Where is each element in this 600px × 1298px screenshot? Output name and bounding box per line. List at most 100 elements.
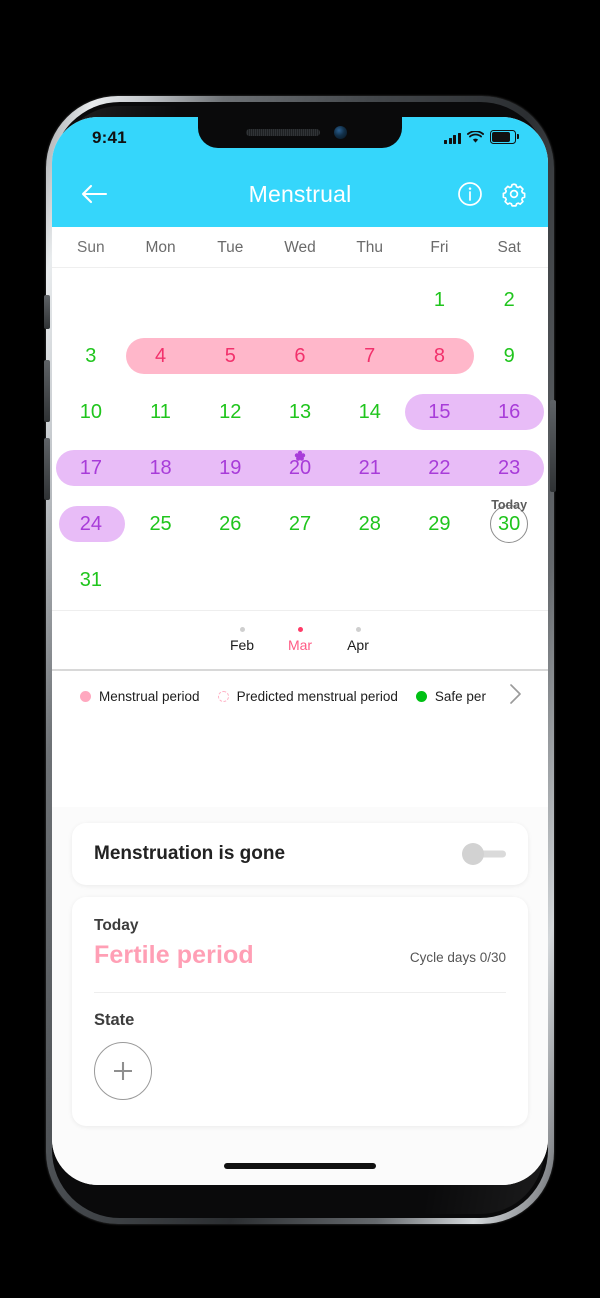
calendar-day-14[interactable]: 14 bbox=[335, 384, 405, 440]
calendar-day-3[interactable]: 3 bbox=[56, 328, 126, 384]
month-tab-mar[interactable]: Mar bbox=[271, 627, 329, 653]
phase-row: Fertile period Cycle days 0/30 bbox=[94, 941, 506, 970]
month-dot-icon bbox=[355, 627, 361, 632]
calendar-day-6[interactable]: 6 bbox=[265, 328, 335, 384]
volume-down-button[interactable] bbox=[44, 438, 50, 500]
add-state-button[interactable] bbox=[94, 1042, 152, 1100]
calendar-day-22[interactable]: 22 bbox=[405, 440, 475, 496]
volume-up-button[interactable] bbox=[44, 360, 50, 422]
cycle-days: Cycle days 0/30 bbox=[410, 950, 506, 970]
dashed-circle-icon bbox=[217, 691, 229, 702]
weekday-mon: Mon bbox=[145, 239, 176, 256]
month-label: Apr bbox=[347, 637, 369, 653]
month-label: Feb bbox=[229, 637, 255, 653]
calendar-week-row: 10 11 12 13 14 15 16 bbox=[56, 384, 544, 440]
day-number: 28 bbox=[358, 513, 381, 535]
calendar-day-8[interactable]: 8 bbox=[405, 328, 475, 384]
calendar-day-16[interactable]: 16 bbox=[474, 384, 544, 440]
calendar-day-19[interactable]: 19 bbox=[195, 440, 265, 496]
wifi-icon bbox=[467, 131, 484, 143]
month-tab-apr[interactable]: Apr bbox=[329, 627, 387, 653]
menstruation-gone-card: Menstruation is gone bbox=[72, 823, 528, 885]
home-indicator[interactable] bbox=[224, 1163, 376, 1169]
day-number: 16 bbox=[498, 401, 521, 423]
calendar-week-row: 1 2 bbox=[56, 272, 544, 328]
legend-item-menstrual: Menstrual period bbox=[80, 689, 200, 704]
calendar-day-2[interactable]: 2 bbox=[474, 272, 544, 328]
calendar-day-25[interactable]: 25 bbox=[126, 496, 196, 552]
toggle-knob bbox=[462, 843, 484, 865]
state-heading: State bbox=[94, 1011, 135, 1029]
calendar-day-29[interactable]: 29 bbox=[405, 496, 475, 552]
weekday-sun: Sun bbox=[77, 239, 105, 256]
calendar-legend[interactable]: Menstrual period Predicted menstrual per… bbox=[52, 670, 548, 723]
day-number: 13 bbox=[288, 401, 312, 423]
calendar-week-row: 3 4 5 6 7 8 9 bbox=[56, 328, 544, 384]
settings-button[interactable] bbox=[498, 178, 530, 210]
cellular-bars-icon bbox=[444, 132, 461, 144]
earpiece-speaker bbox=[246, 129, 320, 136]
power-button[interactable] bbox=[550, 400, 556, 492]
calendar-day-empty bbox=[335, 552, 405, 608]
calendar-day-12[interactable]: 12 bbox=[195, 384, 265, 440]
app-header: Menstrual bbox=[52, 161, 548, 227]
weekday-fri: Fri bbox=[430, 239, 449, 256]
calendar-day-9[interactable]: 9 bbox=[474, 328, 544, 384]
calendar-day-17[interactable]: 17 bbox=[56, 440, 126, 496]
menstruation-gone-toggle[interactable] bbox=[462, 843, 506, 865]
month-tab-feb[interactable]: Feb bbox=[213, 627, 271, 653]
day-number: 18 bbox=[149, 457, 172, 479]
calendar-day-empty bbox=[56, 272, 126, 328]
calendar-day-15[interactable]: 15 bbox=[405, 384, 475, 440]
main-content: Menstruation is gone Today Fertile perio… bbox=[52, 807, 548, 1185]
calendar-day-31[interactable]: 31 bbox=[56, 552, 126, 608]
calendar-grid: 1 2 3 4 5 6 7 8 9 10 11 12 13 14 15 16 1… bbox=[52, 268, 548, 610]
calendar-day-23[interactable]: 23 bbox=[474, 440, 544, 496]
calendar-week-row: 17 18 19 20 21 22 23 bbox=[56, 440, 544, 496]
device-notch bbox=[198, 117, 402, 148]
day-number: 6 bbox=[294, 345, 306, 367]
day-number: 9 bbox=[503, 345, 515, 367]
day-number: 14 bbox=[358, 401, 381, 423]
day-number: 21 bbox=[358, 457, 381, 479]
month-dot-icon bbox=[297, 627, 303, 632]
legend-item-safe: Safe per bbox=[415, 689, 486, 704]
day-number: 8 bbox=[433, 345, 445, 367]
calendar-day-20[interactable]: 20 bbox=[265, 440, 335, 496]
calendar-day-10[interactable]: 10 bbox=[56, 384, 126, 440]
day-number: 29 bbox=[428, 513, 451, 535]
calendar-day-empty bbox=[405, 552, 475, 608]
status-bar-indicators bbox=[444, 130, 519, 144]
phone-screen: 9:41 Menstrual Sun Mon Tue Wed Thu Fri S… bbox=[52, 117, 548, 1185]
calendar-day-4[interactable]: 4 bbox=[126, 328, 196, 384]
day-number: 4 bbox=[155, 345, 167, 367]
calendar-day-26[interactable]: 26 bbox=[195, 496, 265, 552]
calendar-day-18[interactable]: 18 bbox=[126, 440, 196, 496]
calendar-day-1[interactable]: 1 bbox=[405, 272, 475, 328]
legend-label: Predicted menstrual period bbox=[236, 689, 398, 704]
front-camera bbox=[334, 126, 347, 139]
weekday-wed: Wed bbox=[284, 239, 316, 256]
day-number: 7 bbox=[364, 345, 376, 367]
today-label: Today bbox=[491, 498, 528, 512]
calendar-day-5[interactable]: 5 bbox=[195, 328, 265, 384]
info-icon bbox=[458, 182, 482, 206]
gear-icon bbox=[502, 183, 526, 207]
day-number: 12 bbox=[219, 401, 242, 423]
calendar-day-28[interactable]: 28 bbox=[335, 496, 405, 552]
legend-more-button[interactable] bbox=[509, 683, 522, 710]
info-button[interactable] bbox=[454, 178, 486, 210]
calendar-day-30-today[interactable]: Today 30 bbox=[474, 496, 544, 552]
silent-switch-button[interactable] bbox=[44, 295, 50, 329]
day-number: 27 bbox=[288, 513, 312, 535]
calendar-day-21[interactable]: 21 bbox=[335, 440, 405, 496]
cycle-days-label: Cycle days bbox=[409, 950, 476, 965]
calendar-day-24[interactable]: 24 bbox=[56, 496, 126, 552]
calendar-day-27[interactable]: 27 bbox=[265, 496, 335, 552]
day-number: 17 bbox=[79, 457, 102, 479]
calendar-day-11[interactable]: 11 bbox=[126, 384, 196, 440]
calendar-day-13[interactable]: 13 bbox=[265, 384, 335, 440]
calendar: Sun Mon Tue Wed Thu Fri Sat 1 2 3 4 5 6 … bbox=[52, 227, 548, 723]
status-bar-time: 9:41 bbox=[92, 128, 127, 147]
calendar-day-7[interactable]: 7 bbox=[335, 328, 405, 384]
